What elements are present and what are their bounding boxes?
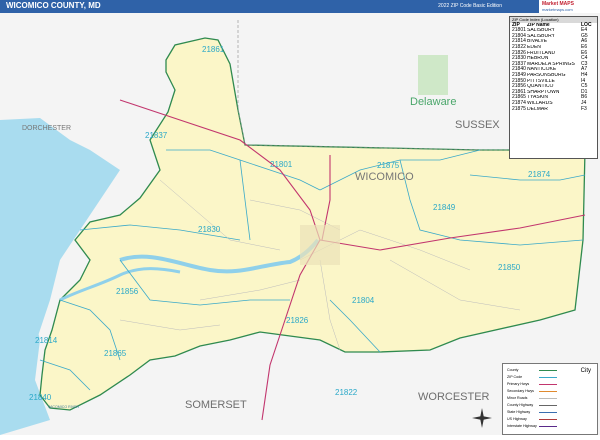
- legend-city-label: City: [580, 368, 591, 374]
- delaware-park: [418, 55, 448, 95]
- legend-swatch: [539, 391, 557, 392]
- legend-item: State Highway: [507, 410, 557, 414]
- zip-label[interactable]: 21856: [116, 287, 139, 296]
- legend-swatch: [539, 412, 557, 413]
- legend-item-label: Secondary Hwys: [507, 389, 534, 393]
- legend-item: US Highway: [507, 417, 557, 421]
- legend-item: Secondary Hwys: [507, 389, 557, 393]
- zip-label[interactable]: 21849: [433, 203, 456, 212]
- region-label-worcester: WORCESTER: [418, 391, 490, 403]
- compass-icon: [472, 408, 492, 428]
- row-zip-name: DELMAR: [527, 106, 548, 112]
- zip-label[interactable]: 21875: [377, 161, 400, 170]
- legend-swatch: [539, 398, 557, 399]
- zip-label[interactable]: 21814: [35, 336, 58, 345]
- zip-label[interactable]: 21801: [270, 160, 293, 169]
- brand-logo: Market MAPS marketmaps.com: [538, 0, 600, 13]
- legend-swatch: [539, 384, 557, 385]
- zip-label[interactable]: 21850: [498, 263, 521, 272]
- legend-swatch: [539, 426, 557, 427]
- zip-label[interactable]: 21837: [145, 131, 168, 140]
- legend-item-label: Interstate Highway: [507, 424, 537, 428]
- zip-label[interactable]: 21822: [335, 388, 358, 397]
- legend-item-label: Minor Roads: [507, 396, 528, 400]
- legend-item-label: ZIP Code: [507, 375, 523, 379]
- legend-swatch: [539, 419, 557, 420]
- region-label-sussex: SUSSEX: [455, 119, 500, 131]
- legend-item-label: County: [507, 368, 519, 372]
- state-label-delaware: Delaware: [410, 96, 456, 108]
- river-label: WICOMICO RIVER: [48, 405, 80, 409]
- zip-label[interactable]: 21826: [286, 316, 309, 325]
- zip-label[interactable]: 21804: [352, 296, 375, 305]
- salisbury-urban: [300, 225, 340, 265]
- legend-item: Primary Hwys: [507, 382, 557, 386]
- zip-label[interactable]: 21865: [104, 349, 127, 358]
- region-label-somerset: SOMERSET: [185, 399, 247, 411]
- map-title: WICOMICO COUNTY, MD: [6, 1, 101, 10]
- legend-swatch: [539, 405, 557, 406]
- zip-label[interactable]: 21830: [198, 225, 221, 234]
- map-legend: County ZIP Code Primary Hwys Secondary Hwys…: [502, 363, 598, 435]
- legend-item-label: US Highway: [507, 417, 527, 421]
- legend-item: Minor Roads: [507, 396, 557, 400]
- edition-label: 2022 ZIP Code Basic Edition: [438, 3, 502, 9]
- legend-item: Interstate Highway: [507, 424, 557, 428]
- legend-swatch: [539, 377, 557, 378]
- legend-item: County: [507, 368, 557, 372]
- legend-item-label: Primary Hwys: [507, 382, 530, 386]
- legend-item-label: County Highway: [507, 403, 534, 407]
- region-label-dorchester: DORCHESTER: [22, 125, 71, 132]
- title-bar: WICOMICO COUNTY, MD 2022 ZIP Code Basic …: [0, 0, 600, 13]
- legend-item: ZIP Code: [507, 375, 557, 379]
- zip-index-row: 21875 DELMAR F3: [510, 105, 597, 113]
- legend-swatch: [539, 370, 557, 371]
- region-label-wicomico: WICOMICO: [355, 171, 414, 183]
- zip-label[interactable]: 21861: [202, 45, 225, 54]
- zip-index-rows: 21801 SALISBURY E4 21804 SALISBURY G5 21814 BIV…: [510, 28, 597, 112]
- compass-rose: [472, 408, 492, 428]
- row-zip: 21875: [512, 105, 526, 112]
- zip-index-table: ZIP Code Index (Location) ZIP ZIP Name L…: [509, 16, 598, 159]
- zip-label[interactable]: 21874: [528, 170, 551, 179]
- legend-item: County Highway: [507, 403, 557, 407]
- legend-item-label: State Highway: [507, 410, 531, 414]
- row-loc: F3: [581, 105, 587, 112]
- zip-label[interactable]: 21840: [29, 393, 52, 402]
- brand-url: marketmaps.com: [542, 7, 573, 12]
